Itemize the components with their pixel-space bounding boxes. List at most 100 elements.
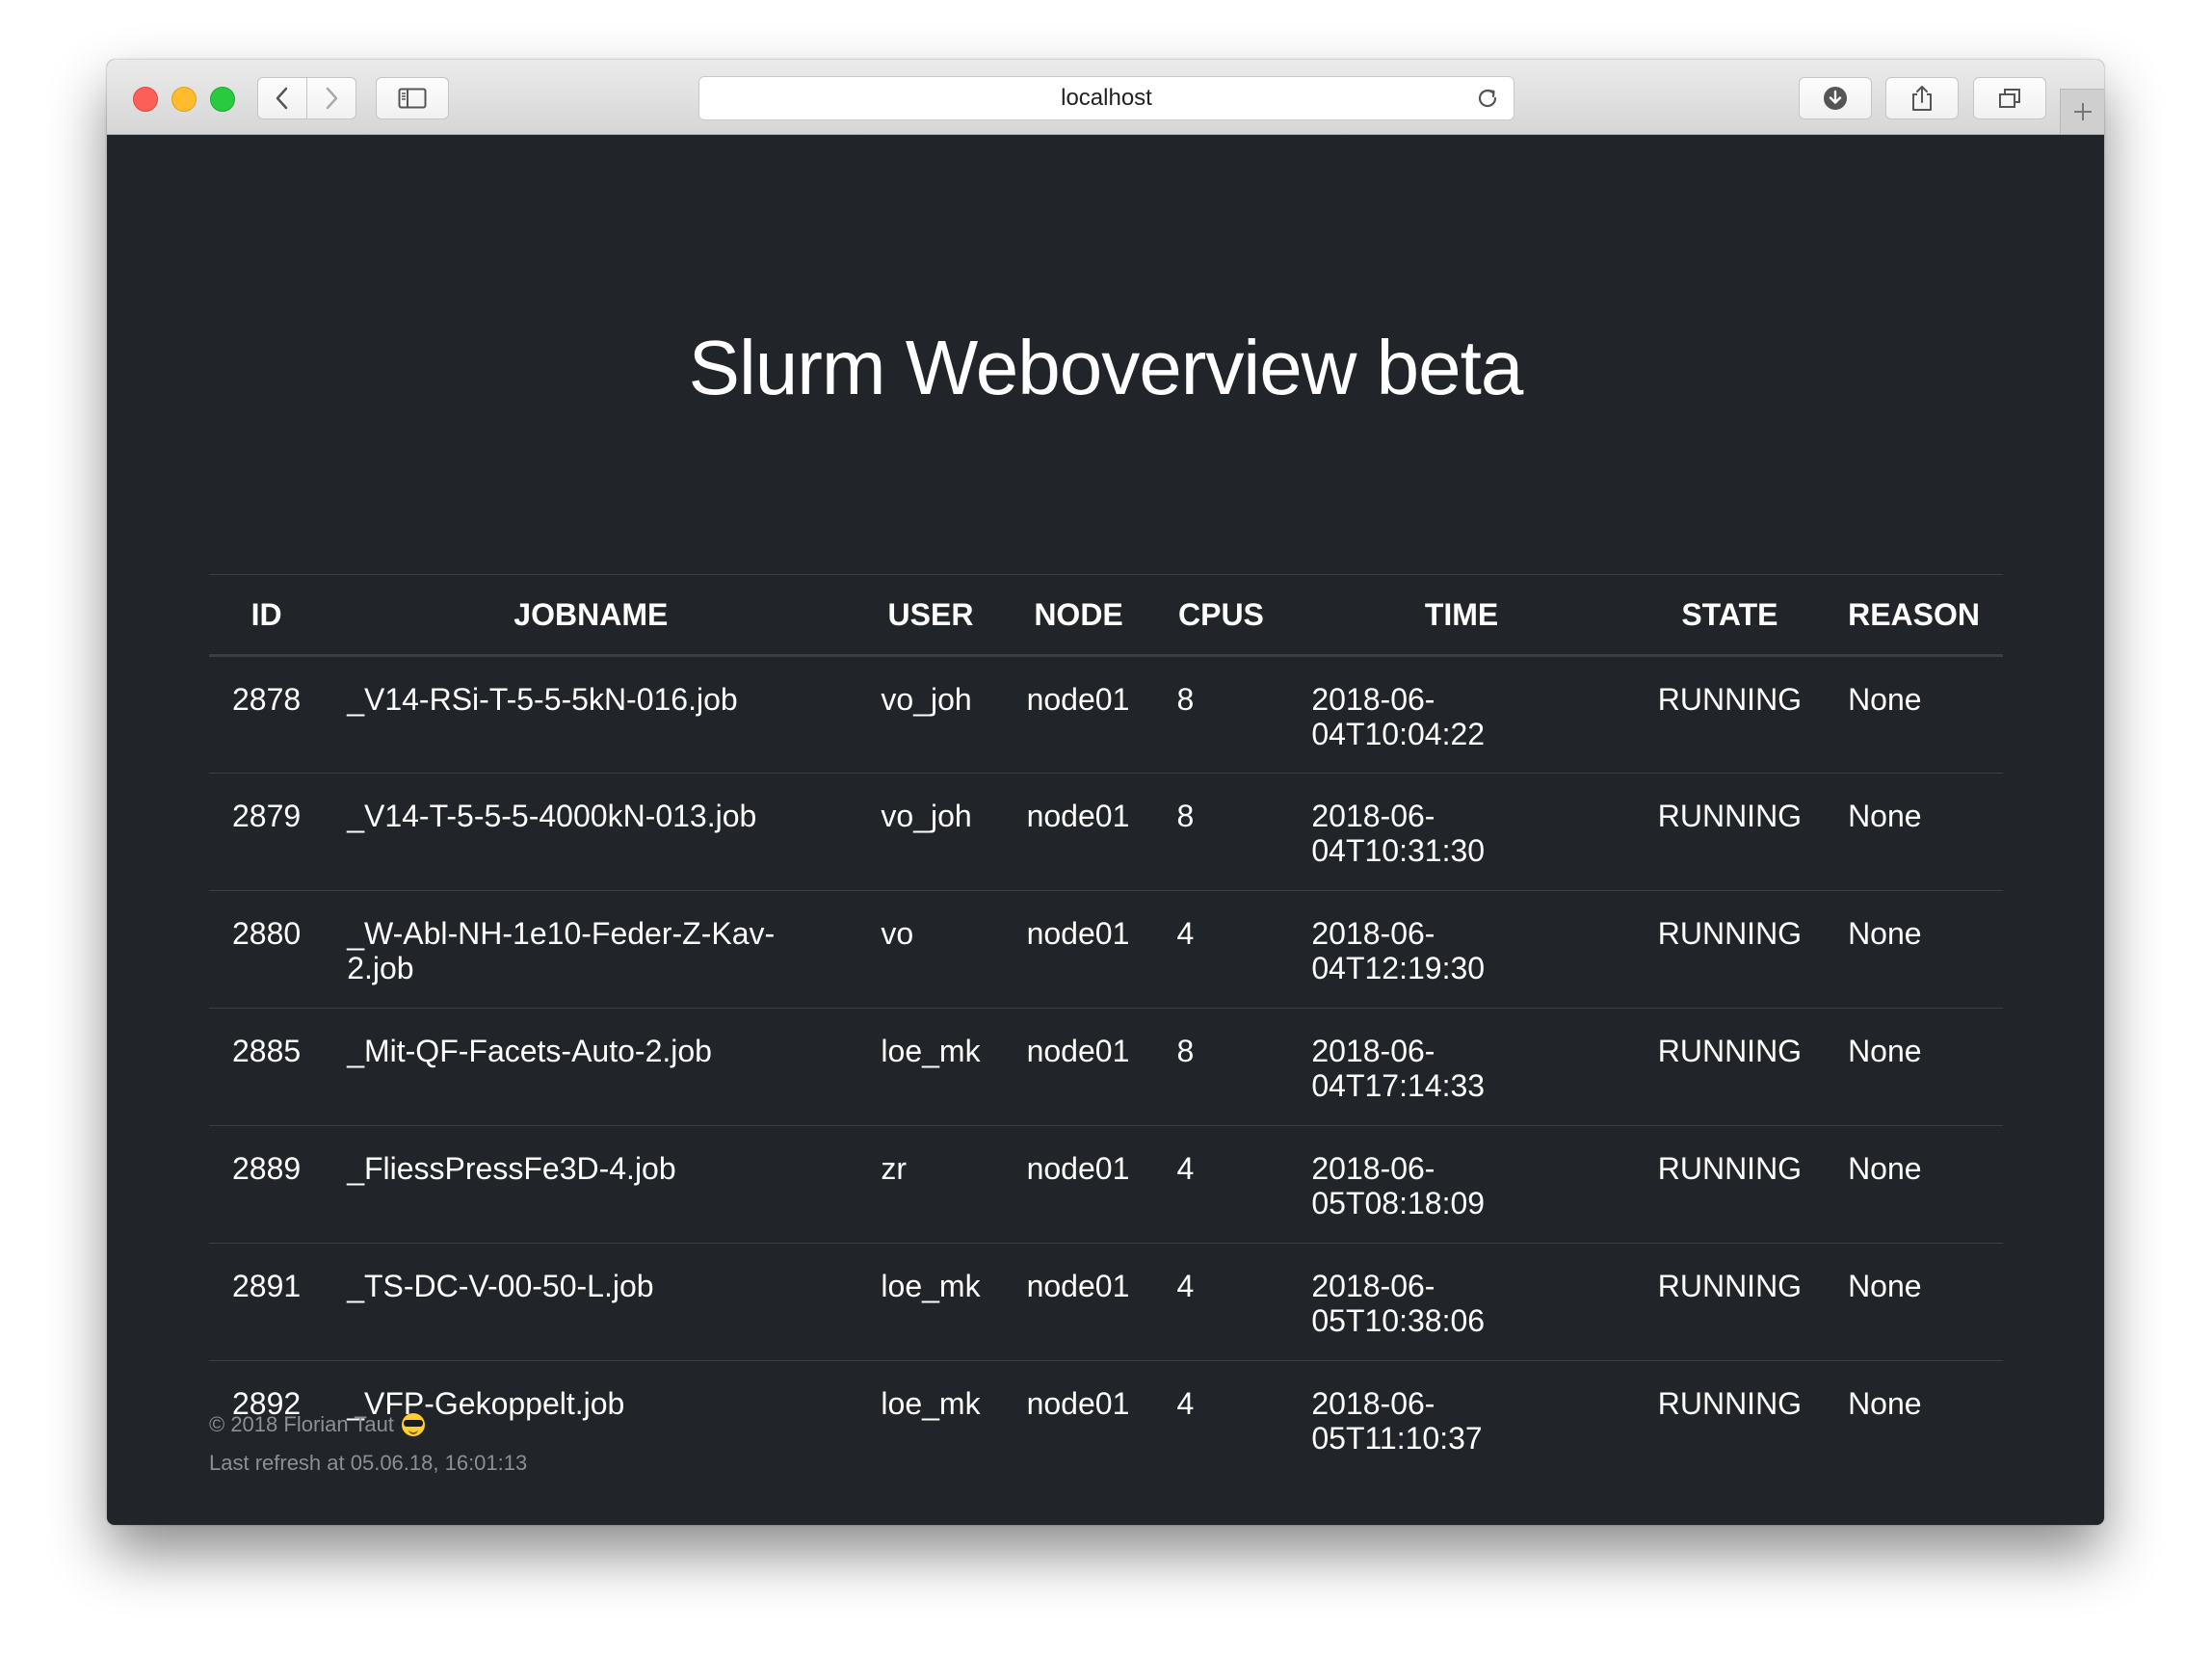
job-cpus: 4 bbox=[1176, 1269, 1195, 1303]
job-cpus: 4 bbox=[1176, 916, 1195, 951]
column-header-cpus: CPUS bbox=[1177, 596, 1264, 632]
job-node: node01 bbox=[1026, 682, 1130, 717]
job-user: loe_mk bbox=[881, 1269, 981, 1303]
minimize-window-button[interactable] bbox=[171, 87, 197, 112]
job-id: 2891 bbox=[232, 1269, 302, 1303]
job-name: _W-Abl-NH-1e10-Feder-Z-Kav- 2.job bbox=[324, 891, 857, 1009]
job-reason: None bbox=[1848, 799, 1922, 833]
job-name: _V14-T-5-5-5-4000kN-013.job bbox=[347, 799, 757, 833]
job-name: _FliessPressFe3D-4.job bbox=[347, 1151, 676, 1186]
job-time-date: 2018-06- bbox=[1311, 1386, 1435, 1421]
job-id: 2880 bbox=[232, 916, 302, 951]
maximize-window-button[interactable] bbox=[210, 87, 235, 112]
chevron-left-icon bbox=[276, 87, 288, 110]
column-header-user: USER bbox=[887, 596, 974, 632]
job-node: node01 bbox=[1026, 799, 1130, 833]
downloads-button[interactable] bbox=[1799, 77, 1872, 119]
job-time: 2018-06- 04T17:14:33 bbox=[1288, 1009, 1634, 1126]
share-icon bbox=[1912, 86, 1932, 111]
job-user: loe_mk bbox=[881, 1386, 981, 1421]
page-content: Slurm Weboverview beta ID JOBNAME USER N… bbox=[107, 135, 2104, 1525]
job-node: node01 bbox=[1026, 1269, 1130, 1303]
job-reason: None bbox=[1848, 916, 1922, 951]
job-time: 2018-06- 04T10:04:22 bbox=[1288, 656, 1634, 774]
share-button[interactable] bbox=[1885, 77, 1959, 119]
job-name: _V14-RSi-T-5-5-5kN-016.job bbox=[347, 682, 738, 717]
close-window-button[interactable] bbox=[133, 87, 158, 112]
job-state: RUNNING bbox=[1657, 799, 1803, 833]
job-time: 2018-06- 05T10:38:06 bbox=[1288, 1244, 1634, 1361]
job-reason: None bbox=[1848, 682, 1922, 717]
job-reason: None bbox=[1848, 1151, 1922, 1186]
job-time-date: 2018-06- bbox=[1311, 1034, 1435, 1068]
job-id: 2885 bbox=[232, 1034, 302, 1068]
job-id: 2878 bbox=[232, 682, 302, 717]
job-cpus: 8 bbox=[1176, 1034, 1195, 1068]
job-time: 2018-06- 04T10:31:30 bbox=[1288, 774, 1634, 891]
column-header-node: NODE bbox=[1034, 596, 1123, 632]
browser-window: localhost Slurm Weboverview beta ID JOBN… bbox=[107, 60, 2104, 1525]
job-id: 2879 bbox=[232, 799, 302, 833]
job-state: RUNNING bbox=[1657, 682, 1803, 717]
job-time-clock: 05T11:10:37 bbox=[1311, 1421, 1483, 1456]
job-node: node01 bbox=[1026, 1151, 1130, 1186]
job-reason: None bbox=[1848, 1269, 1922, 1303]
job-time-date: 2018-06- bbox=[1311, 1151, 1435, 1186]
job-cpus: 4 bbox=[1176, 1151, 1195, 1186]
job-name-line: _W-Abl-NH-1e10-Feder-Z-Kav- bbox=[347, 916, 776, 951]
reload-icon[interactable] bbox=[1475, 86, 1500, 111]
job-reason: None bbox=[1848, 1386, 1922, 1421]
job-time: 2018-06- 04T12:19:30 bbox=[1288, 891, 1634, 1009]
job-user: loe_mk bbox=[881, 1034, 981, 1068]
jobs-table: ID JOBNAME USER NODE CPUS TIME STATE REA… bbox=[209, 574, 2003, 1479]
back-button[interactable] bbox=[257, 77, 307, 119]
job-time-clock: 04T10:04:22 bbox=[1311, 717, 1486, 751]
job-time-date: 2018-06- bbox=[1311, 682, 1435, 717]
browser-toolbar: localhost bbox=[107, 60, 2104, 135]
forward-button[interactable] bbox=[306, 77, 356, 119]
job-time: 2018-06- 05T11:10:37 bbox=[1288, 1361, 1634, 1479]
job-state: RUNNING bbox=[1657, 1034, 1803, 1068]
job-user: vo bbox=[881, 916, 914, 951]
job-user: vo_joh bbox=[881, 682, 972, 717]
sidebar-icon bbox=[398, 88, 427, 109]
column-header-id: ID bbox=[250, 596, 282, 632]
plus-icon bbox=[2073, 103, 2092, 120]
job-user: zr bbox=[881, 1151, 908, 1186]
job-name: _Mit-QF-Facets-Auto-2.job bbox=[347, 1034, 712, 1068]
job-id: 2889 bbox=[232, 1151, 302, 1186]
last-refresh-text: Last refresh at 05.06.18, 16:01:13 bbox=[209, 1451, 528, 1475]
job-cpus: 8 bbox=[1176, 799, 1195, 833]
job-time: 2018-06- 05T08:18:09 bbox=[1288, 1126, 1634, 1244]
column-header-state: STATE bbox=[1681, 596, 1778, 632]
job-name: _TS-DC-V-00-50-L.job bbox=[347, 1269, 654, 1303]
job-time-clock: 04T12:19:30 bbox=[1311, 951, 1486, 985]
job-time-clock: 04T17:14:33 bbox=[1311, 1068, 1486, 1103]
table-row: 2880 _W-Abl-NH-1e10-Feder-Z-Kav- 2.job vo… bbox=[209, 891, 2003, 1009]
table-row: 2889 _FliessPressFe3D-4.job zr node01 4 … bbox=[209, 1126, 2003, 1244]
sunglasses-face-icon bbox=[401, 1413, 425, 1436]
table-row: 2878 _V14-RSi-T-5-5-5kN-016.job vo_joh n… bbox=[209, 656, 2003, 774]
sidebar-toggle-button[interactable] bbox=[376, 77, 449, 119]
job-name-continuation: 2.job bbox=[347, 951, 414, 985]
tabs-overview-icon bbox=[1999, 89, 2020, 108]
job-node: node01 bbox=[1026, 916, 1130, 951]
page-title: Slurm Weboverview beta bbox=[688, 325, 1524, 410]
new-tab-button[interactable] bbox=[2060, 89, 2104, 134]
job-time-clock: 05T10:38:06 bbox=[1311, 1303, 1486, 1338]
copyright-text: © 2018 Florian Taut bbox=[209, 1412, 394, 1436]
job-node: node01 bbox=[1026, 1034, 1130, 1068]
job-user: vo_joh bbox=[881, 799, 972, 833]
column-header-time: TIME bbox=[1424, 596, 1499, 632]
show-tabs-button[interactable] bbox=[1973, 77, 2046, 119]
job-time-date: 2018-06- bbox=[1311, 916, 1435, 951]
address-url: localhost bbox=[1061, 85, 1152, 111]
job-state: RUNNING bbox=[1657, 1386, 1803, 1421]
address-bar[interactable]: localhost bbox=[698, 76, 1514, 120]
job-cpus: 4 bbox=[1176, 1386, 1195, 1421]
table-row: 2891 _TS-DC-V-00-50-L.job loe_mk node01 … bbox=[209, 1244, 2003, 1361]
job-state: RUNNING bbox=[1657, 1151, 1803, 1186]
job-node: node01 bbox=[1026, 1386, 1130, 1421]
job-state: RUNNING bbox=[1657, 1269, 1803, 1303]
table-row: 2879 _V14-T-5-5-5-4000kN-013.job vo_joh … bbox=[209, 774, 2003, 891]
